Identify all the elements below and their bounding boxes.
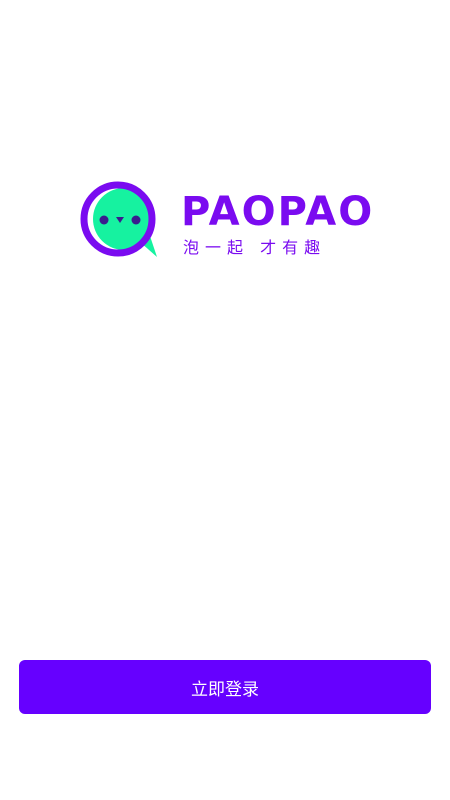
chat-bubble-logo-icon — [80, 181, 157, 257]
login-screen: PAOPAO 泡一起 才有趣 立即登录 — [0, 0, 450, 800]
login-button[interactable]: 立即登录 — [19, 660, 431, 714]
brand-wordmark: PAOPAO — [181, 189, 375, 235]
brand-logo: PAOPAO 泡一起 才有趣 — [80, 178, 372, 268]
brand-tagline: 泡一起 才有趣 — [183, 238, 327, 257]
